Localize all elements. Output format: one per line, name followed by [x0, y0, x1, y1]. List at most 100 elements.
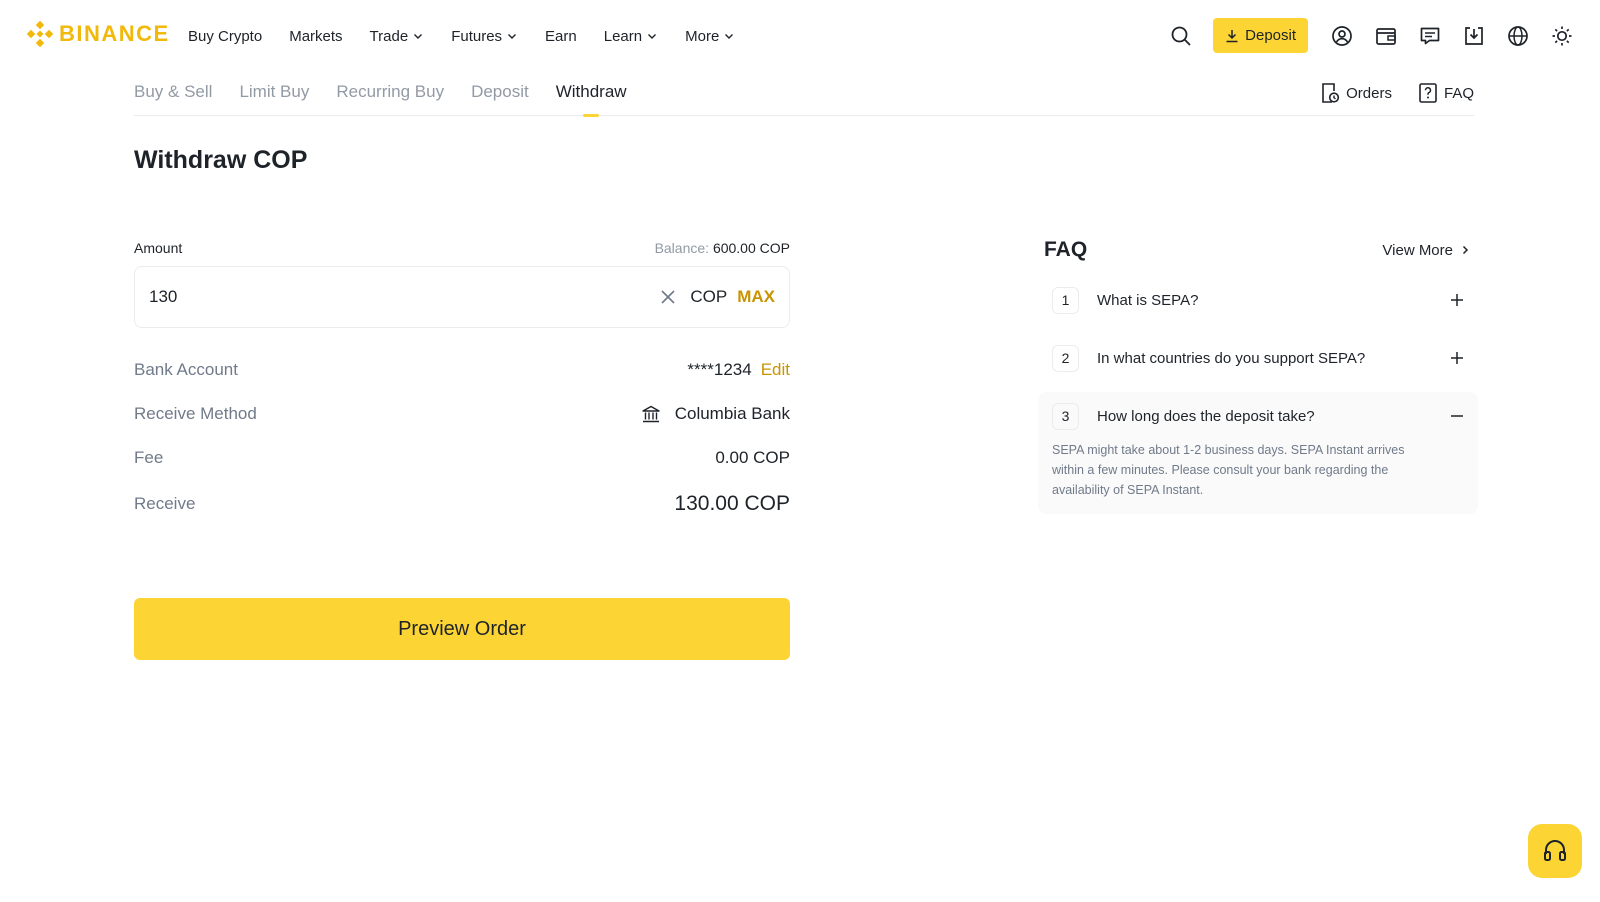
- orders-label: Orders: [1346, 84, 1392, 102]
- faq-question-row: 2 In what countries do you support SEPA?: [1052, 334, 1464, 382]
- nav-label: Markets: [289, 27, 343, 45]
- download-icon[interactable]: [1462, 24, 1486, 48]
- max-button[interactable]: MAX: [737, 287, 775, 307]
- chevron-right-icon: [1462, 245, 1469, 255]
- support-button[interactable]: [1528, 824, 1582, 878]
- receive-method-value-wrap: Columbia Bank: [641, 404, 790, 424]
- nav-buy-crypto[interactable]: Buy Crypto: [188, 24, 262, 48]
- faq-number-badge: 1: [1052, 286, 1079, 314]
- faq-item[interactable]: 1 What is SEPA?: [1038, 276, 1478, 324]
- page-title: Withdraw COP: [134, 146, 308, 174]
- tab-limit-buy[interactable]: Limit Buy: [239, 82, 309, 116]
- bank-account-label: Bank Account: [134, 360, 238, 379]
- chevron-down-icon: [723, 30, 735, 42]
- minus-icon[interactable]: [1450, 409, 1464, 423]
- nav-markets[interactable]: Markets: [289, 24, 342, 48]
- balance-text: Balance: 600.00 COP: [655, 240, 790, 256]
- user-icon[interactable]: [1330, 24, 1354, 48]
- faq-panel: FAQ View More 1 What is SEPA? 2 In what …: [1038, 234, 1478, 514]
- brand-name: BINANCE: [59, 21, 170, 46]
- binance-logo-icon: [27, 21, 53, 47]
- globe-icon[interactable]: [1506, 24, 1530, 48]
- top-nav: BINANCE Buy Crypto Markets Trade Futures…: [0, 0, 1600, 72]
- search-icon[interactable]: [1169, 24, 1193, 48]
- tab-withdraw[interactable]: Withdraw: [556, 82, 627, 116]
- binance-logo[interactable]: BINANCE: [27, 21, 170, 47]
- tab-buy-sell[interactable]: Buy & Sell: [134, 82, 212, 116]
- fee-label: Fee: [134, 448, 164, 467]
- fee-row: Fee 0.00 COP: [134, 448, 790, 468]
- withdraw-form: Amount Balance: 600.00 COP COP MAX Bank …: [134, 238, 790, 516]
- balance-value: 600.00 COP: [712, 240, 790, 256]
- faq-item-expanded[interactable]: 3 How long does the deposit take? SEPA m…: [1038, 392, 1478, 514]
- nav-trade[interactable]: Trade: [370, 24, 425, 48]
- tab-recurring-buy[interactable]: Recurring Buy: [336, 82, 444, 116]
- nav-label: Trade: [369, 27, 409, 45]
- faq-question: In what countries do you support SEPA?: [1097, 349, 1366, 367]
- close-icon[interactable]: [660, 289, 676, 305]
- chevron-down-icon: [412, 30, 424, 42]
- bank-account-value-wrap: ****1234 Edit: [687, 360, 790, 380]
- amount-label: Amount: [134, 240, 183, 256]
- faq-header: FAQ View More: [1038, 234, 1478, 266]
- download-arrow-icon: [1226, 29, 1238, 42]
- subtabs-links: Orders FAQ: [1320, 82, 1474, 104]
- theme-icon[interactable]: [1550, 24, 1574, 48]
- receive-row: Receive 130.00 COP: [134, 492, 790, 516]
- main-menu: Buy Crypto Markets Trade Futures Earn Le…: [188, 24, 762, 48]
- orders-link[interactable]: Orders: [1320, 82, 1392, 104]
- nav-earn[interactable]: Earn: [545, 24, 577, 48]
- view-more-label: View More: [1382, 241, 1453, 259]
- chevron-down-icon: [646, 30, 658, 42]
- faq-label: FAQ: [1443, 84, 1474, 102]
- receive-method-value: Columbia Bank: [674, 404, 790, 423]
- nav-label: Buy Crypto: [188, 27, 263, 45]
- nav-label: More: [685, 27, 720, 45]
- faq-question-row: 3 How long does the deposit take?: [1052, 392, 1464, 440]
- faq-item[interactable]: 2 In what countries do you support SEPA?: [1038, 334, 1478, 382]
- faq-number-badge: 3: [1052, 402, 1079, 430]
- tab-list: Buy & Sell Limit Buy Recurring Buy Depos…: [134, 82, 1474, 116]
- faq-question-row: 1 What is SEPA?: [1052, 276, 1464, 324]
- wallet-icon[interactable]: [1374, 24, 1398, 48]
- balance-label: Balance:: [654, 240, 710, 256]
- nav-more[interactable]: More: [685, 24, 735, 48]
- receive-value: 130.00 COP: [674, 492, 790, 515]
- edit-bank-account-link[interactable]: Edit: [761, 360, 790, 380]
- bank-account-row: Bank Account ****1234 Edit: [134, 360, 790, 380]
- faq-answer: SEPA might take about 1-2 business days.…: [1052, 443, 1405, 497]
- amount-field: COP MAX: [134, 266, 790, 328]
- message-icon[interactable]: [1418, 24, 1442, 48]
- receive-method-row: Receive Method Columbia Bank: [134, 404, 790, 424]
- deposit-button[interactable]: Deposit: [1213, 18, 1308, 53]
- receive-method-label: Receive Method: [134, 404, 257, 423]
- plus-icon[interactable]: [1450, 351, 1464, 365]
- faq-question: How long does the deposit take?: [1097, 407, 1315, 425]
- faq-link[interactable]: FAQ: [1418, 82, 1474, 104]
- preview-order-button[interactable]: Preview Order: [134, 598, 790, 660]
- fee-value: 0.00 COP: [715, 448, 790, 467]
- tab-deposit[interactable]: Deposit: [471, 82, 529, 116]
- chevron-down-icon: [506, 30, 518, 42]
- deposit-label: Deposit: [1245, 27, 1296, 44]
- faq-icon: [1419, 83, 1437, 103]
- nav-label: Futures: [451, 27, 503, 45]
- nav-learn[interactable]: Learn: [604, 24, 658, 48]
- receive-label: Receive: [134, 494, 196, 513]
- sub-tabs: Buy & Sell Limit Buy Recurring Buy Depos…: [134, 82, 1474, 116]
- nav-label: Earn: [545, 27, 577, 45]
- bank-icon: [641, 404, 661, 424]
- nav-futures[interactable]: Futures: [451, 24, 518, 48]
- view-more-link[interactable]: View More: [1382, 242, 1471, 259]
- bank-account-value: ****1234: [687, 360, 752, 379]
- faq-question: What is SEPA?: [1097, 291, 1199, 309]
- nav-label: Learn: [603, 27, 643, 45]
- nav-actions: Deposit: [1169, 18, 1574, 53]
- faq-number-badge: 2: [1052, 344, 1079, 372]
- amount-input[interactable]: [149, 287, 661, 307]
- orders-icon: [1322, 83, 1340, 103]
- currency-label: COP: [690, 287, 728, 306]
- plus-icon[interactable]: [1450, 293, 1464, 307]
- faq-title: FAQ: [1044, 238, 1088, 261]
- amount-label-row: Amount Balance: 600.00 COP: [134, 238, 790, 258]
